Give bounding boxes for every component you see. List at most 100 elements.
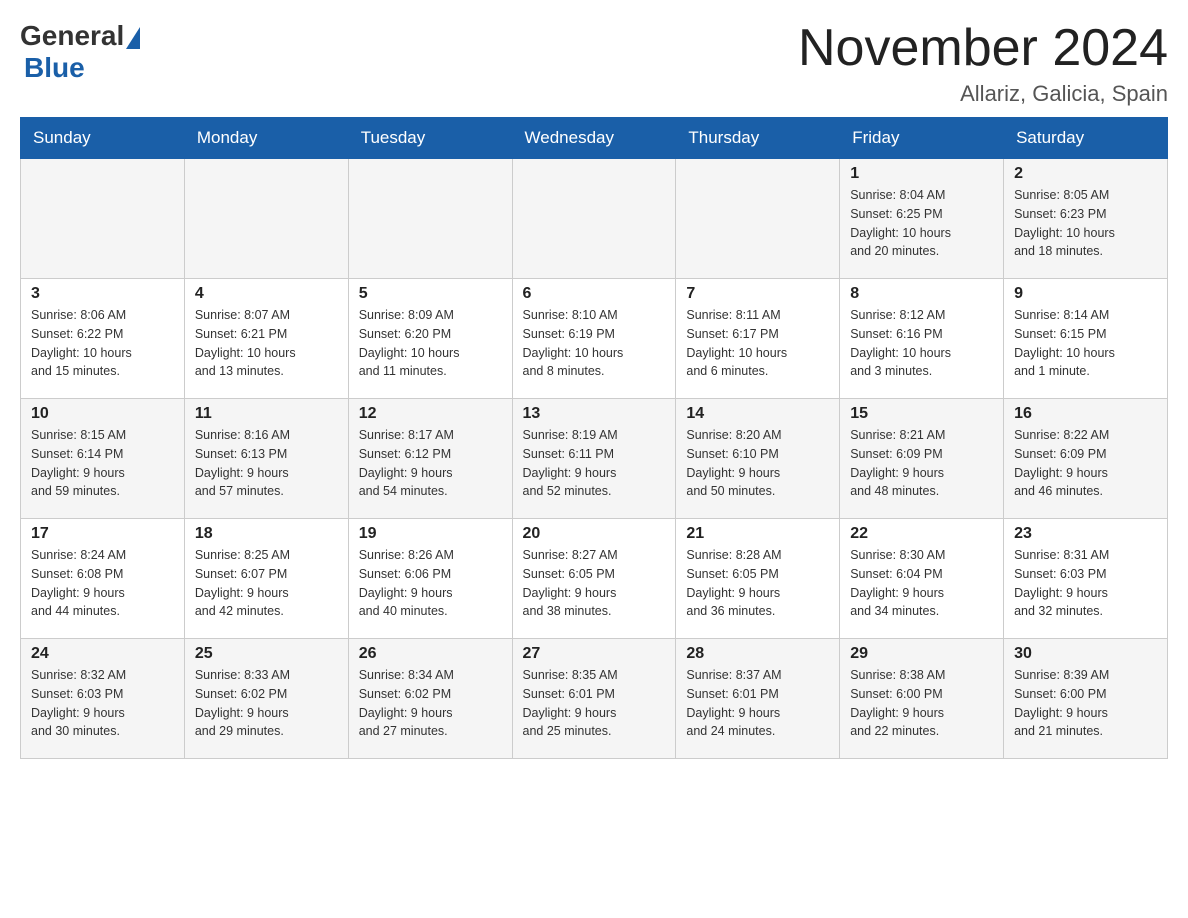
day-header-wednesday: Wednesday <box>512 118 676 159</box>
calendar-cell: 26 Sunrise: 8:34 AM Sunset: 6:02 PM Dayli… <box>348 639 512 759</box>
logo: General Blue <box>20 20 142 84</box>
day-number: 18 <box>195 525 338 543</box>
calendar-cell <box>348 159 512 279</box>
calendar-cell: 20Sunrise: 8:27 AM Sunset: 6:05 PM Dayli… <box>512 519 676 639</box>
day-info: Sunrise: 8:19 AM Sunset: 6:11 PM Dayligh… <box>523 426 666 501</box>
day-info: Sunrise: 8:25 AM Sunset: 6:07 PM Dayligh… <box>195 546 338 621</box>
logo-blue-text: Blue <box>24 52 85 83</box>
title-section: November 2024 Allariz, Galicia, Spain <box>798 20 1168 107</box>
day-number: 27 <box>523 645 666 663</box>
calendar-cell: 12 Sunrise: 8:17 AM Sunset: 6:12 PM Dayli… <box>348 399 512 519</box>
day-number: 26 <box>359 645 502 663</box>
day-number: 28 <box>686 645 829 663</box>
day-number: 24 <box>31 645 174 663</box>
calendar-cell: 2 Sunrise: 8:05 AM Sunset: 6:23 PM Daylig… <box>1004 159 1168 279</box>
calendar-cell: 11 Sunrise: 8:16 AM Sunset: 6:13 PM Dayli… <box>184 399 348 519</box>
calendar-cell <box>676 159 840 279</box>
day-number: 12 <box>359 405 502 423</box>
day-number: 14 <box>686 405 829 423</box>
day-info: Sunrise: 8:37 AM Sunset: 6:01 PM Dayligh… <box>686 666 829 741</box>
day-info: Sunrise: 8:22 AM Sunset: 6:09 PM Dayligh… <box>1014 426 1157 501</box>
day-number: 16 <box>1014 405 1157 423</box>
calendar-cell: 10 Sunrise: 8:15 AM Sunset: 6:14 PM Dayli… <box>21 399 185 519</box>
day-info: Sunrise: 8:05 AM Sunset: 6:23 PM Dayligh… <box>1014 186 1157 261</box>
day-info: Sunrise: 8:30 AM Sunset: 6:04 PM Dayligh… <box>850 546 993 621</box>
day-number: 2 <box>1014 165 1157 183</box>
day-info: Sunrise: 8:38 AM Sunset: 6:00 PM Dayligh… <box>850 666 993 741</box>
calendar-cell: 27Sunrise: 8:35 AM Sunset: 6:01 PM Dayli… <box>512 639 676 759</box>
calendar-cell <box>512 159 676 279</box>
calendar-cell: 13 Sunrise: 8:19 AM Sunset: 6:11 PM Dayli… <box>512 399 676 519</box>
calendar-cell: 6 Sunrise: 8:10 AM Sunset: 6:19 PM Daylig… <box>512 279 676 399</box>
calendar-cell: 8 Sunrise: 8:12 AM Sunset: 6:16 PM Daylig… <box>840 279 1004 399</box>
day-header-friday: Friday <box>840 118 1004 159</box>
calendar-cell: 25 Sunrise: 8:33 AM Sunset: 6:02 PM Dayli… <box>184 639 348 759</box>
calendar-table: SundayMondayTuesdayWednesdayThursdayFrid… <box>20 117 1168 759</box>
day-header-thursday: Thursday <box>676 118 840 159</box>
calendar-cell: 7 Sunrise: 8:11 AM Sunset: 6:17 PM Daylig… <box>676 279 840 399</box>
calendar-cell: 9 Sunrise: 8:14 AM Sunset: 6:15 PM Daylig… <box>1004 279 1168 399</box>
calendar-week-5: 24 Sunrise: 8:32 AM Sunset: 6:03 PM Dayli… <box>21 639 1168 759</box>
day-number: 6 <box>523 285 666 303</box>
day-info: Sunrise: 8:10 AM Sunset: 6:19 PM Dayligh… <box>523 306 666 381</box>
calendar-week-1: 1 Sunrise: 8:04 AM Sunset: 6:25 PM Daylig… <box>21 159 1168 279</box>
logo-general-text: General <box>20 20 124 52</box>
calendar-cell: 5 Sunrise: 8:09 AM Sunset: 6:20 PM Daylig… <box>348 279 512 399</box>
day-number: 5 <box>359 285 502 303</box>
day-info: Sunrise: 8:04 AM Sunset: 6:25 PM Dayligh… <box>850 186 993 261</box>
day-number: 25 <box>195 645 338 663</box>
calendar-cell: 18 Sunrise: 8:25 AM Sunset: 6:07 PM Dayli… <box>184 519 348 639</box>
day-number: 11 <box>195 405 338 423</box>
day-number: 8 <box>850 285 993 303</box>
day-info: Sunrise: 8:33 AM Sunset: 6:02 PM Dayligh… <box>195 666 338 741</box>
calendar-week-2: 3 Sunrise: 8:06 AM Sunset: 6:22 PM Daylig… <box>21 279 1168 399</box>
day-info: Sunrise: 8:06 AM Sunset: 6:22 PM Dayligh… <box>31 306 174 381</box>
day-info: Sunrise: 8:26 AM Sunset: 6:06 PM Dayligh… <box>359 546 502 621</box>
day-number: 9 <box>1014 285 1157 303</box>
calendar-subtitle: Allariz, Galicia, Spain <box>798 81 1168 107</box>
calendar-cell: 21 Sunrise: 8:28 AM Sunset: 6:05 PM Dayli… <box>676 519 840 639</box>
day-number: 1 <box>850 165 993 183</box>
day-number: 30 <box>1014 645 1157 663</box>
calendar-cell: 16 Sunrise: 8:22 AM Sunset: 6:09 PM Dayli… <box>1004 399 1168 519</box>
day-info: Sunrise: 8:24 AM Sunset: 6:08 PM Dayligh… <box>31 546 174 621</box>
day-info: Sunrise: 8:15 AM Sunset: 6:14 PM Dayligh… <box>31 426 174 501</box>
day-header-monday: Monday <box>184 118 348 159</box>
day-header-saturday: Saturday <box>1004 118 1168 159</box>
day-number: 23 <box>1014 525 1157 543</box>
day-number: 21 <box>686 525 829 543</box>
calendar-cell <box>21 159 185 279</box>
calendar-title: November 2024 <box>798 20 1168 77</box>
day-info: Sunrise: 8:09 AM Sunset: 6:20 PM Dayligh… <box>359 306 502 381</box>
day-number: 13 <box>523 405 666 423</box>
day-header-sunday: Sunday <box>21 118 185 159</box>
day-info: Sunrise: 8:34 AM Sunset: 6:02 PM Dayligh… <box>359 666 502 741</box>
day-info: Sunrise: 8:12 AM Sunset: 6:16 PM Dayligh… <box>850 306 993 381</box>
calendar-cell: 15Sunrise: 8:21 AM Sunset: 6:09 PM Dayli… <box>840 399 1004 519</box>
calendar-cell: 19 Sunrise: 8:26 AM Sunset: 6:06 PM Dayli… <box>348 519 512 639</box>
day-number: 15 <box>850 405 993 423</box>
calendar-cell: 30Sunrise: 8:39 AM Sunset: 6:00 PM Dayli… <box>1004 639 1168 759</box>
day-info: Sunrise: 8:32 AM Sunset: 6:03 PM Dayligh… <box>31 666 174 741</box>
day-header-tuesday: Tuesday <box>348 118 512 159</box>
day-info: Sunrise: 8:28 AM Sunset: 6:05 PM Dayligh… <box>686 546 829 621</box>
day-number: 4 <box>195 285 338 303</box>
day-number: 22 <box>850 525 993 543</box>
day-info: Sunrise: 8:16 AM Sunset: 6:13 PM Dayligh… <box>195 426 338 501</box>
calendar-cell: 17Sunrise: 8:24 AM Sunset: 6:08 PM Dayli… <box>21 519 185 639</box>
day-info: Sunrise: 8:11 AM Sunset: 6:17 PM Dayligh… <box>686 306 829 381</box>
calendar-cell: 24 Sunrise: 8:32 AM Sunset: 6:03 PM Dayli… <box>21 639 185 759</box>
day-info: Sunrise: 8:14 AM Sunset: 6:15 PM Dayligh… <box>1014 306 1157 381</box>
calendar-cell: 14 Sunrise: 8:20 AM Sunset: 6:10 PM Dayli… <box>676 399 840 519</box>
calendar-cell: 1 Sunrise: 8:04 AM Sunset: 6:25 PM Daylig… <box>840 159 1004 279</box>
page-header: General Blue November 2024 Allariz, Gali… <box>20 20 1168 107</box>
day-number: 20 <box>523 525 666 543</box>
day-info: Sunrise: 8:31 AM Sunset: 6:03 PM Dayligh… <box>1014 546 1157 621</box>
day-number: 19 <box>359 525 502 543</box>
calendar-cell: 3 Sunrise: 8:06 AM Sunset: 6:22 PM Daylig… <box>21 279 185 399</box>
day-number: 7 <box>686 285 829 303</box>
day-number: 3 <box>31 285 174 303</box>
day-info: Sunrise: 8:17 AM Sunset: 6:12 PM Dayligh… <box>359 426 502 501</box>
day-number: 10 <box>31 405 174 423</box>
day-info: Sunrise: 8:20 AM Sunset: 6:10 PM Dayligh… <box>686 426 829 501</box>
